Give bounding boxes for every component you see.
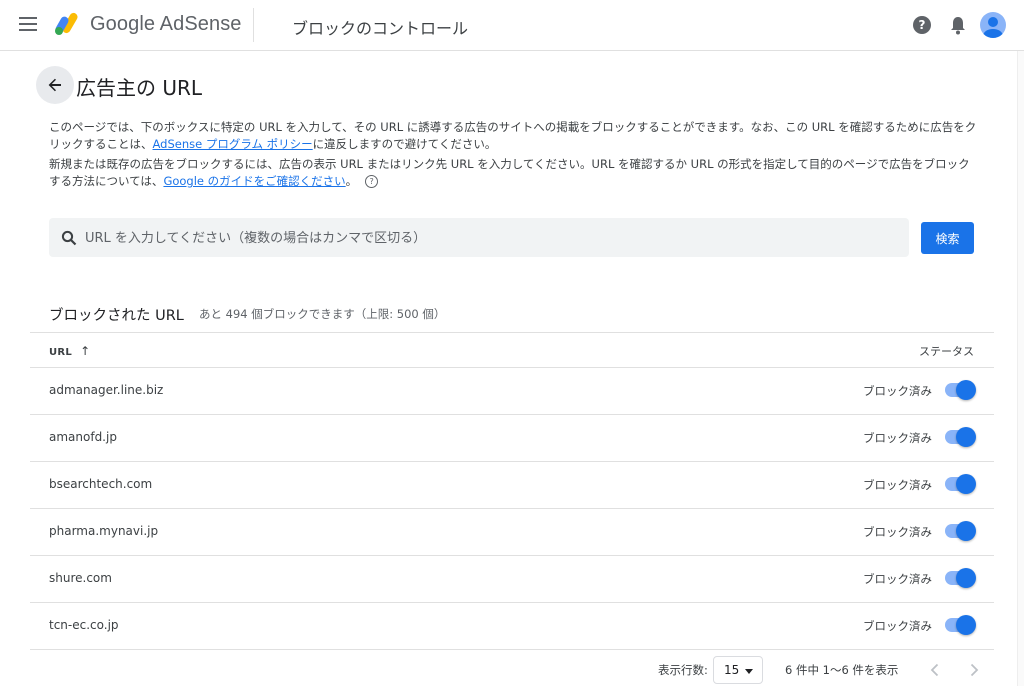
- pagination: 表示行数: 15 6 件中 1〜6 件を表示: [0, 655, 1024, 686]
- table-row: bsearchtech.com ブロック済み: [30, 462, 994, 509]
- app-title: ブロックのコントロール: [292, 19, 469, 38]
- row-url: tcn-ec.co.jp: [49, 618, 119, 632]
- block-toggle[interactable]: [945, 474, 976, 494]
- table-row: amanofd.jp ブロック済み: [30, 415, 994, 462]
- url-column-header[interactable]: URL ↑: [49, 344, 90, 358]
- chevron-left-icon[interactable]: [926, 661, 944, 679]
- row-status: ブロック済み: [863, 431, 932, 445]
- rows-per-page-value: 15: [724, 663, 740, 677]
- chevron-right-icon[interactable]: [965, 661, 983, 679]
- back-button[interactable]: [36, 66, 74, 104]
- row-url: pharma.mynavi.jp: [49, 524, 159, 538]
- block-toggle[interactable]: [945, 615, 976, 635]
- toggle-knob: [956, 615, 976, 635]
- toggle-knob: [956, 521, 976, 541]
- topbar-divider: [253, 8, 254, 42]
- dropdown-caret-icon: [745, 669, 753, 674]
- sort-ascending-icon: ↑: [80, 344, 91, 358]
- status-column-header: ステータス: [919, 345, 974, 358]
- description-paragraph-1: このページでは、下のボックスに特定の URL を入力して、その URL に誘導す…: [49, 119, 979, 153]
- section-title: ブロックされた URL: [49, 308, 184, 324]
- scrollbar[interactable]: [1017, 51, 1024, 686]
- table-row: shure.com ブロック済み: [30, 556, 994, 603]
- block-toggle[interactable]: [945, 380, 976, 400]
- menu-icon[interactable]: [19, 17, 37, 33]
- avatar[interactable]: [980, 12, 1006, 38]
- description-paragraph-2: 新規または既存の広告をブロックするには、広告の表示 URL またはリンク先 UR…: [49, 156, 979, 190]
- policy-link[interactable]: AdSense プログラム ポリシー: [153, 137, 313, 151]
- row-url: bsearchtech.com: [49, 477, 153, 491]
- url-search-input[interactable]: [83, 218, 887, 259]
- toggle-knob: [956, 380, 976, 400]
- url-header-label: URL: [49, 347, 73, 358]
- search-icon: [61, 230, 77, 246]
- section-subtitle: あと 494 個ブロックできます（上限: 500 個）: [199, 307, 446, 321]
- search-box: [49, 218, 909, 259]
- blocked-url-table: URL ↑ ステータス admanager.line.biz ブロック済み amano…: [30, 332, 994, 650]
- desc2-text-b: 。: [345, 174, 358, 188]
- bell-icon[interactable]: [948, 14, 968, 36]
- table-header: URL ↑ ステータス: [30, 332, 994, 368]
- guide-link[interactable]: Google のガイドをご確認ください: [163, 174, 345, 188]
- toggle-knob: [956, 427, 976, 447]
- help-circle-icon[interactable]: ?: [365, 175, 379, 188]
- top-app-bar: Google AdSense ブロックのコントロール ?: [0, 0, 1024, 51]
- search-button[interactable]: 検索: [921, 222, 974, 254]
- adsense-logo-icon: [55, 12, 78, 35]
- block-toggle[interactable]: [945, 568, 976, 588]
- table-row: pharma.mynavi.jp ブロック済み: [30, 509, 994, 556]
- rows-per-page-label: 表示行数:: [658, 663, 708, 677]
- brand-product: AdSense: [159, 13, 242, 35]
- desc1-text-b: に違反しますので避けてください。: [312, 137, 497, 151]
- page-range-text: 6 件中 1〜6 件を表示: [785, 663, 899, 677]
- help-icon[interactable]: ?: [913, 16, 931, 34]
- brand-name: Google AdSense: [90, 13, 242, 36]
- row-url: admanager.line.biz: [49, 383, 164, 397]
- table-row: tcn-ec.co.jp ブロック済み: [30, 603, 994, 650]
- toggle-knob: [956, 474, 976, 494]
- row-status: ブロック済み: [863, 384, 932, 398]
- row-url: amanofd.jp: [49, 430, 117, 444]
- table-row: admanager.line.biz ブロック済み: [30, 368, 994, 415]
- block-toggle[interactable]: [945, 427, 976, 447]
- row-url: shure.com: [49, 571, 112, 585]
- row-status: ブロック済み: [863, 572, 932, 586]
- arrow-back-icon: [48, 78, 61, 92]
- page-title: 広告主の URL: [76, 76, 203, 100]
- row-status: ブロック済み: [863, 525, 932, 539]
- block-toggle[interactable]: [945, 521, 976, 541]
- brand-google: Google: [90, 13, 156, 35]
- toggle-knob: [956, 568, 976, 588]
- row-status: ブロック済み: [863, 478, 932, 492]
- rows-per-page-select[interactable]: 15: [713, 656, 763, 684]
- row-status: ブロック済み: [863, 619, 932, 633]
